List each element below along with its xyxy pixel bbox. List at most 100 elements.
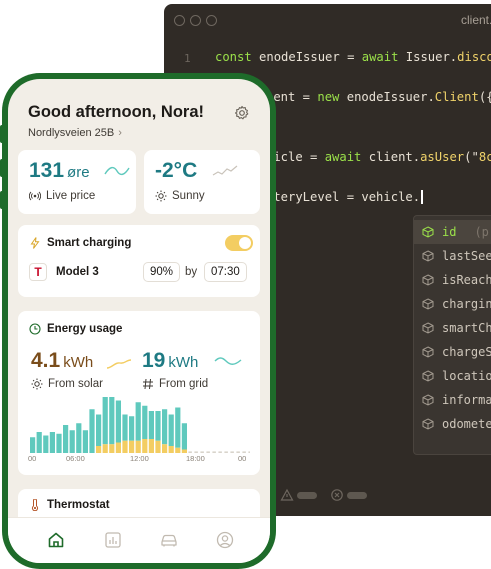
grid-bar (43, 435, 49, 453)
autocomplete-item[interactable]: lastSeen (414, 244, 491, 268)
error-icon[interactable] (330, 488, 344, 502)
forecast-dash (200, 451, 204, 453)
grid-bar (96, 414, 102, 446)
solar-bar (96, 446, 102, 453)
thermometer-icon (29, 499, 41, 511)
solar-bar (175, 447, 181, 453)
autocomplete-item[interactable]: chargingStatus (414, 292, 491, 316)
price-value: 131 øre (29, 159, 90, 182)
grid-bar (89, 409, 95, 453)
phone-side-button (0, 125, 5, 143)
solar-bar (109, 444, 115, 453)
autocomplete-item[interactable]: information (414, 388, 491, 412)
tab-car[interactable] (159, 530, 179, 550)
grid-value: 19 kWh (142, 349, 199, 372)
editor-titlebar: client.ts (164, 4, 491, 36)
x-tick-label: 12:00 (130, 454, 149, 463)
car-model: Model 3 (56, 266, 99, 278)
profile-icon (216, 531, 234, 549)
maximize-window-button[interactable] (206, 15, 217, 26)
solar-value: 4.1 kWh (31, 349, 94, 372)
line-number: 1 (184, 52, 191, 65)
charge-time-chip[interactable]: 07:30 (204, 262, 247, 282)
smart-charging-card[interactable]: Smart charging T Model 3 90% by 07:30 (18, 225, 260, 297)
solar-bar (155, 440, 161, 453)
code-line-3[interactable]: ient = new enodeIssuer.Client({ (266, 90, 491, 104)
solar-bar (168, 446, 174, 453)
grid-bar (181, 423, 187, 450)
close-window-button[interactable] (174, 15, 185, 26)
solar-bar (115, 442, 121, 453)
solar-sparkline (106, 359, 132, 369)
live-price-card[interactable]: 131 øre Live price (18, 150, 136, 214)
tab-stats[interactable] (103, 530, 123, 550)
code-line-1[interactable]: const enodeIssuer = await Issuer.discove… (215, 50, 491, 64)
phone-frame: Good afternoon, Nora! Nordlysveien 25B › … (0, 73, 276, 569)
forecast-dash (194, 451, 198, 453)
grid-bar (175, 407, 181, 448)
thermostat-title: Thermostat (47, 499, 110, 511)
forecast-dash (188, 451, 192, 453)
autocomplete-item[interactable]: id(pr (414, 220, 491, 244)
grid-bar (49, 432, 55, 453)
energy-usage-card[interactable]: Energy usage 4.1 kWh From solar 19 kWh Fro… (18, 311, 260, 475)
forecast-dash (236, 451, 240, 453)
x-tick-label: 00 (238, 454, 247, 463)
minimize-window-button[interactable] (190, 15, 201, 26)
property-cube-icon (422, 370, 434, 382)
autocomplete-item[interactable]: smartChargingPolicy (414, 316, 491, 340)
solar-bar (129, 440, 135, 453)
tab-home[interactable] (46, 530, 66, 550)
weather-label: Sunny (172, 190, 205, 202)
property-cube-icon (422, 298, 434, 310)
autocomplete-item[interactable]: isReachable (414, 268, 491, 292)
grid-bar (115, 400, 121, 443)
charge-by-label: by (185, 266, 198, 278)
grid-bar (69, 430, 75, 453)
forecast-dash (230, 451, 234, 453)
grid-bar (155, 411, 161, 441)
x-tick-label: 00 (28, 454, 37, 463)
smart-charging-toggle[interactable] (225, 235, 253, 251)
address-selector[interactable]: Nordlysveien 25B › (28, 127, 122, 139)
forecast-dash (248, 451, 250, 453)
forecast-dash (212, 451, 216, 453)
tesla-logo: T (29, 263, 47, 281)
property-cube-icon (422, 226, 434, 238)
forecast-dash (206, 451, 210, 453)
charge-target-chip[interactable]: 90% (143, 262, 181, 282)
solar-bar (148, 439, 154, 453)
grid-bar (36, 432, 42, 453)
bar-chart-icon (105, 532, 121, 548)
autocomplete-item[interactable]: chargeState (414, 340, 491, 364)
price-label: Live price (46, 190, 96, 202)
tab-profile[interactable] (215, 530, 235, 550)
warning-icon[interactable] (280, 488, 294, 502)
grid-bar (76, 423, 82, 453)
clock-icon (29, 323, 41, 335)
autocomplete-item[interactable]: odometer (414, 412, 491, 436)
grid-bar (135, 402, 141, 441)
property-cube-icon (422, 322, 434, 334)
autocomplete-item[interactable]: location (414, 364, 491, 388)
x-tick-label: 06:00 (66, 454, 85, 463)
weather-card[interactable]: -2°C Sunny (144, 150, 260, 214)
phone-side-button (0, 159, 5, 177)
gear-icon[interactable] (234, 105, 250, 121)
solar-bar (181, 449, 187, 453)
solar-bar (135, 440, 141, 453)
code-line-6[interactable]: tteryLevel = vehicle. (266, 190, 423, 204)
solar-bar (142, 439, 148, 453)
code-line-5[interactable]: hicle = await client.asUser("8c (266, 150, 491, 164)
grid-bar (102, 397, 108, 445)
grid-bar (122, 414, 128, 441)
temperature-sparkline (212, 165, 238, 176)
energy-usage-chart (30, 397, 250, 453)
x-tick-label: 18:00 (186, 454, 205, 463)
property-cube-icon (422, 418, 434, 430)
grid-bar (148, 411, 154, 439)
solar-bar (162, 444, 168, 453)
forecast-dash (218, 451, 222, 453)
grid-bar (168, 414, 174, 446)
error-count-placeholder (347, 492, 367, 499)
